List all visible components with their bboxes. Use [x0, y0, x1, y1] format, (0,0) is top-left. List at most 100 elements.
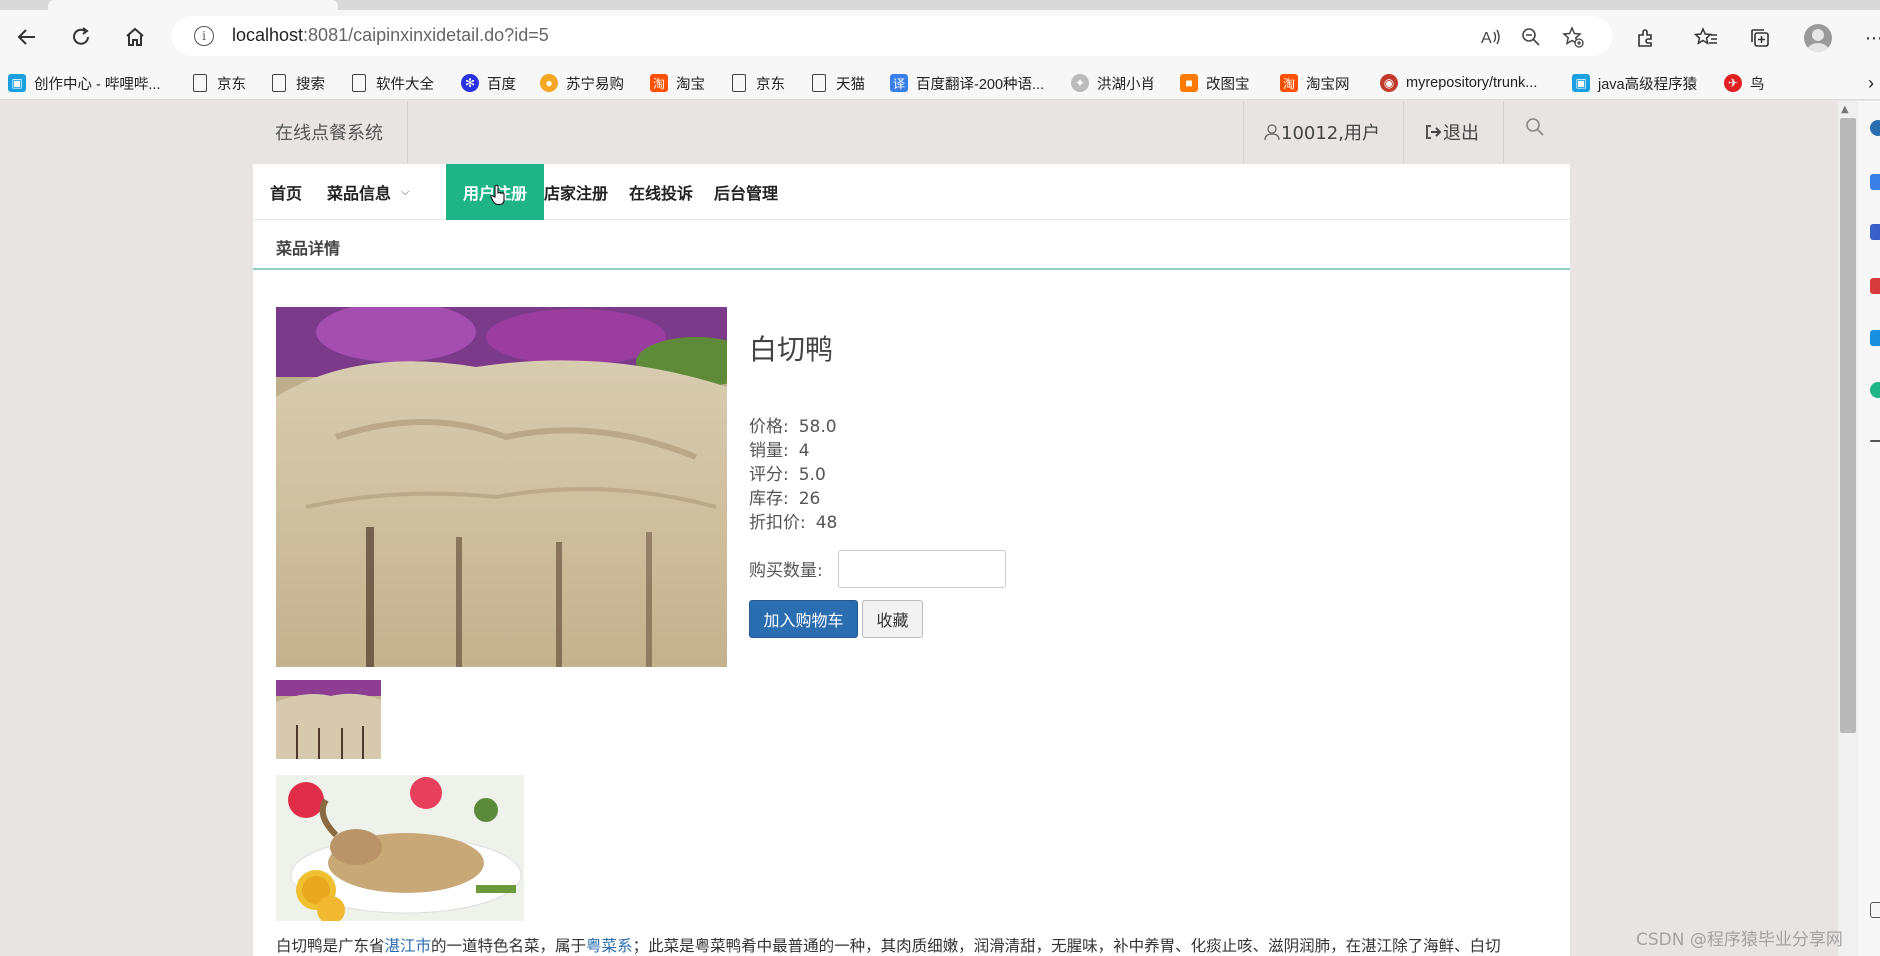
nav-complaint[interactable]: 在线投诉 — [612, 164, 710, 220]
read-aloud-icon[interactable]: A — [1478, 24, 1504, 50]
browser-active-tab[interactable] — [48, 0, 338, 10]
games-sidebar-icon[interactable] — [1870, 278, 1880, 294]
dish-plated-image[interactable] — [276, 775, 524, 921]
header-divider — [1403, 101, 1404, 163]
more-menu-icon[interactable]: ⋯ — [1858, 22, 1880, 54]
content-card: 首页 菜品信息⌵ 用户注册 店家注册 在线投诉 后台管理 菜品详情 — [253, 164, 1570, 956]
chevron-down-icon: ⌵ — [401, 185, 410, 198]
quantity-input[interactable] — [838, 550, 1006, 588]
header-divider — [407, 101, 408, 163]
shopping-sidebar-icon[interactable] — [1870, 174, 1880, 190]
bookmark-item[interactable]: 搜索 — [272, 72, 325, 94]
document-icon — [193, 74, 207, 92]
section-header: 菜品详情 — [253, 220, 1570, 270]
search-sidebar-icon[interactable] — [1870, 120, 1880, 136]
logout-icon — [1426, 125, 1442, 139]
bookmark-item[interactable]: 软件大全 — [352, 72, 434, 94]
search-icon[interactable] — [1525, 117, 1545, 142]
svg-text:A: A — [1481, 30, 1492, 47]
add-favorite-icon[interactable] — [1560, 24, 1586, 50]
bookmark-item[interactable]: ✻ 百度 — [461, 72, 516, 94]
dish-discount-price: 折扣价: 48 — [749, 513, 838, 533]
bookmark-item[interactable]: 天猫 — [812, 72, 865, 94]
repo-icon: ◉ — [1380, 74, 1398, 92]
bookmark-item[interactable]: ● 苏宁易购 — [540, 72, 624, 94]
favorites-icon[interactable] — [1690, 22, 1722, 54]
scrollbar-thumb[interactable] — [1840, 118, 1856, 733]
bookmark-item[interactable]: ▣ java高级程序猿 — [1572, 72, 1697, 94]
office-sidebar-icon[interactable] — [1870, 330, 1880, 346]
zhanjiang-link[interactable]: 湛江市 — [385, 937, 432, 955]
browser-toolbar: i localhost:8081/caipinxinxidetail.do?id… — [0, 10, 1880, 64]
nav-dishes-dropdown[interactable]: 菜品信息 ⌵ — [310, 164, 426, 220]
page-viewport: 在线点餐系统 10012,用户 退出 首页 菜品信息⌵ 用户注册 店家注册 在线… — [0, 101, 1838, 956]
logout-label: 退出 — [1443, 123, 1479, 144]
bookmark-item[interactable]: 淘淘宝网 — [1280, 72, 1350, 94]
bookmark-item[interactable]: ✈ 鸟 — [1724, 72, 1765, 94]
nav-admin[interactable]: 后台管理 — [697, 164, 795, 220]
bookmark-item[interactable]: ■ 改图宝 — [1180, 72, 1250, 94]
bookmark-item[interactable]: ✦ 洪湖小肖 — [1071, 72, 1155, 94]
watermark-text: CSDN @程序猿毕业分享网 — [1636, 930, 1843, 950]
zoom-out-icon[interactable] — [1518, 24, 1544, 50]
bookmarks-overflow-chevron-icon[interactable]: › — [1868, 72, 1874, 94]
dish-thumbnail[interactable] — [276, 680, 381, 759]
gaitubao-icon: ■ — [1180, 74, 1198, 92]
bookmark-item[interactable]: 京东 — [193, 72, 246, 94]
bookmark-item[interactable]: ▣ 创作中心 - 哔哩哔... — [8, 72, 160, 94]
nav-shop-register[interactable]: 店家注册 — [527, 164, 625, 220]
logout-link[interactable]: 退出 — [1425, 119, 1479, 145]
dish-name: 白切鸭 — [749, 333, 834, 366]
user-icon — [1264, 124, 1280, 141]
home-icon[interactable] — [120, 22, 150, 52]
outlook-sidebar-icon[interactable] — [1870, 382, 1880, 398]
bookmark-item[interactable]: ◉ myrepository/trunk... — [1380, 72, 1537, 94]
address-bar[interactable]: i localhost:8081/caipinxinxidetail.do?id… — [172, 16, 1612, 56]
taobao-icon: 淘 — [1280, 74, 1298, 92]
header-divider — [1243, 101, 1244, 163]
extensions-icon[interactable] — [1630, 22, 1662, 54]
document-icon — [352, 74, 366, 92]
tools-sidebar-icon[interactable] — [1870, 224, 1880, 240]
taobao-icon: 淘 — [650, 74, 668, 92]
favorite-button[interactable]: 收藏 — [862, 600, 923, 638]
user-account-link[interactable]: 10012,用户 — [1263, 119, 1380, 145]
quantity-label: 购买数量: — [749, 561, 823, 581]
scroll-up-arrow-icon[interactable]: ▲ — [1841, 104, 1849, 115]
document-icon — [272, 74, 286, 92]
back-arrow-icon[interactable] — [12, 22, 42, 52]
dish-main-image[interactable] — [276, 307, 727, 667]
bookmark-item[interactable]: 京东 — [732, 72, 785, 94]
section-title: 菜品详情 — [276, 239, 341, 258]
bookmark-item[interactable]: 淘淘宝 — [650, 72, 705, 94]
add-sidebar-icon[interactable] — [1870, 440, 1880, 442]
bilibili-icon: ▣ — [8, 74, 26, 92]
profile-avatar[interactable] — [1802, 22, 1834, 54]
document-icon — [812, 74, 826, 92]
site-info-icon[interactable]: i — [194, 26, 214, 46]
hand-cursor-icon — [490, 184, 505, 206]
dish-description: 白切鸭是广东省湛江市的一道特色名菜，属于粤菜系；此菜是粤菜鸭肴中最普通的一种，其… — [276, 937, 1501, 955]
baidu-translate-icon: 译 — [890, 74, 908, 92]
site-header: 在线点餐系统 10012,用户 退出 — [253, 101, 1570, 163]
bookmark-item[interactable]: 译百度翻译-200种语... — [890, 72, 1044, 94]
add-to-cart-button[interactable]: 加入购物车 — [749, 600, 858, 638]
main-nav: 首页 菜品信息⌵ 用户注册 店家注册 在线投诉 后台管理 — [253, 164, 1570, 220]
bird-icon: ✦ — [1071, 74, 1089, 92]
site-title[interactable]: 在线点餐系统 — [275, 119, 383, 145]
bird-red-icon: ✈ — [1724, 74, 1742, 92]
dish-rating: 评分: 5.0 — [749, 465, 826, 485]
suning-icon: ● — [540, 74, 558, 92]
url-text[interactable]: localhost:8081/caipinxinxidetail.do?id=5 — [232, 25, 549, 46]
dish-sales: 销量: 4 — [749, 441, 810, 461]
user-name: 10012,用户 — [1281, 123, 1380, 144]
sidebar-settings-icon[interactable] — [1870, 902, 1880, 918]
dish-stock: 库存: 26 — [749, 489, 821, 509]
document-icon — [732, 74, 746, 92]
header-divider — [1503, 101, 1504, 163]
reload-icon[interactable] — [66, 22, 96, 52]
collections-icon[interactable] — [1744, 22, 1776, 54]
cantonese-cuisine-link[interactable]: 粤菜系 — [586, 937, 633, 955]
bilibili-icon: ▣ — [1572, 74, 1590, 92]
baidu-paw-icon: ✻ — [461, 74, 479, 92]
